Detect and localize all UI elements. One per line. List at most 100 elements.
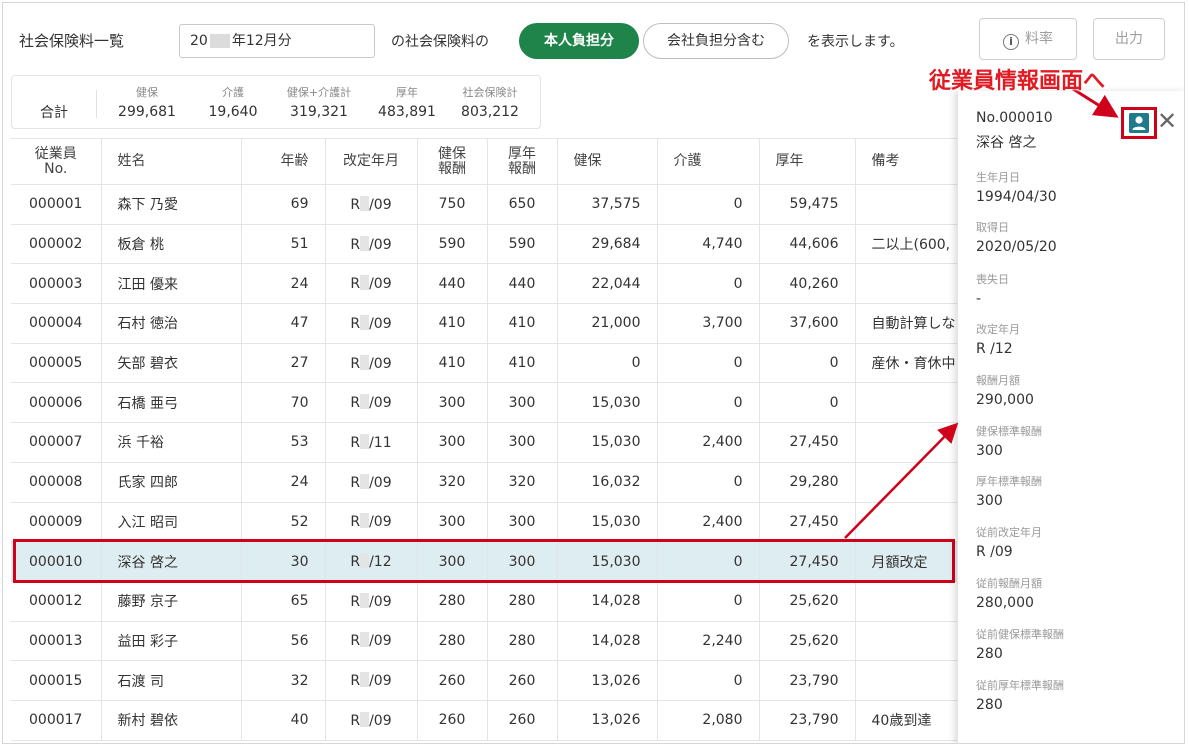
col-header-kounen-pay[interactable]: 厚年 報酬 — [487, 138, 558, 185]
revision-month: /09 — [369, 236, 392, 253]
cell-kounen-pay: 300 — [487, 382, 558, 424]
col-header-kounen[interactable]: 厚年 — [759, 138, 856, 185]
panel-field: 取得日 2020/05/20 — [976, 219, 1057, 255]
revision-redacted — [360, 235, 370, 251]
period-prefix: 20 — [190, 33, 208, 49]
cell-note — [855, 422, 957, 463]
cell-kounen: 29,280 — [759, 462, 856, 503]
cell-note — [855, 263, 957, 305]
revision-era: R — [350, 474, 361, 491]
totals-divider — [96, 90, 97, 118]
company-share-toggle[interactable]: 会社負担分含む — [643, 23, 789, 59]
cell-kaigo: 0 — [657, 382, 760, 424]
col-header-revision[interactable]: 改定年月 — [325, 138, 418, 185]
panel-field: 生年月日 1994/04/30 — [976, 169, 1057, 205]
table-row[interactable]: 000009 入江 昭司 52 R/09 300 300 15,030 2,400 27,450 — [11, 502, 957, 543]
revision-redacted — [360, 195, 370, 211]
col-header-age[interactable]: 年齢 — [241, 138, 326, 185]
cell-kenpo: 14,028 — [557, 581, 658, 622]
cell-kounen-pay: 590 — [487, 224, 558, 265]
revision-era: R — [350, 593, 361, 610]
totals-box: 合計 健保 299,681 介護 19,640 健保+介護計 319,321 厚年 48… — [11, 75, 541, 129]
header-line: 健保 — [438, 145, 466, 162]
cell-note — [855, 581, 957, 622]
cell-no: 000010 — [11, 541, 102, 582]
cell-note: 40歳到達 — [855, 700, 957, 741]
panel-field-label: 従前厚年標準報酬 — [976, 679, 1064, 692]
table-body: 000001 森下 乃愛 69 R/09 750 650 37,575 0 59,475 0000… — [11, 184, 957, 741]
panel-field-label: 従前改定年月 — [976, 526, 1042, 539]
col-header-kenpo-pay[interactable]: 健保 報酬 — [417, 138, 488, 185]
cell-kenpo-pay: 280 — [417, 621, 488, 662]
panel-field-value: 280,000 — [976, 595, 1034, 611]
revision-redacted — [360, 513, 370, 529]
cell-age: 47 — [241, 303, 326, 344]
cell-note — [855, 382, 957, 424]
panel-field: 従前報酬月額 280,000 — [976, 575, 1042, 611]
table-row[interactable]: 000001 森下 乃愛 69 R/09 750 650 37,575 0 59,475 — [11, 184, 957, 225]
panel-field-label: 厚年標準報酬 — [976, 475, 1042, 488]
cell-kaigo: 2,080 — [657, 700, 760, 741]
own-share-toggle[interactable]: 本人負担分 — [519, 23, 639, 59]
revision-redacted — [360, 553, 370, 569]
cell-note — [855, 502, 957, 543]
table-row[interactable]: 000017 新村 碧依 40 R/09 260 260 13,026 2,080 23,790… — [11, 700, 957, 741]
cell-note — [855, 184, 957, 225]
total-value: 319,321 — [290, 104, 348, 120]
cell-kenpo-pay: 260 — [417, 660, 488, 701]
period-field[interactable]: 20 年12月分 — [179, 24, 375, 58]
cell-no: 000012 — [11, 581, 102, 622]
output-button[interactable]: 出力 — [1093, 18, 1165, 60]
table-row[interactable]: 000007 浜 千裕 53 R/11 300 300 15,030 2,400 27,450 — [11, 422, 957, 463]
panel-field-value: 300 — [976, 493, 1003, 509]
table-row[interactable]: 000008 氏家 四郎 24 R/09 320 320 16,032 0 29,280 — [11, 462, 957, 503]
table-row[interactable]: 000003 江田 優来 24 R/09 440 440 22,044 0 40,260 — [11, 263, 957, 305]
panel-field-value: 300 — [976, 443, 1003, 459]
cell-age: 32 — [241, 660, 326, 701]
table-row[interactable]: 000002 板倉 桃 51 R/09 590 590 29,684 4,740 44,606 二… — [11, 224, 957, 265]
close-icon[interactable]: ✕ — [1157, 106, 1177, 136]
table-row[interactable]: 000013 益田 彩子 56 R/09 280 280 14,028 2,240 25,620 — [11, 621, 957, 662]
cell-revision: R/09 — [325, 184, 418, 225]
col-header-kaigo[interactable]: 介護 — [657, 138, 760, 185]
cell-age: 56 — [241, 621, 326, 662]
revision-era: R — [350, 276, 361, 293]
cell-kounen: 27,450 — [759, 422, 856, 463]
cell-kounen: 59,475 — [759, 184, 856, 225]
col-header-kenpo[interactable]: 健保 — [557, 138, 658, 185]
total-kenpo: 健保 299,681 — [112, 84, 182, 120]
cell-age: 70 — [241, 382, 326, 424]
cell-name: 浜 千裕 — [101, 422, 242, 463]
cell-name: 矢部 碧衣 — [101, 343, 242, 384]
panel-field-value: R /09 — [976, 544, 1013, 560]
employee-info-button[interactable] — [1121, 107, 1157, 139]
table-row[interactable]: 000012 藤野 京子 65 R/09 280 280 14,028 0 25,620 — [11, 581, 957, 622]
rate-button[interactable]: i 料率 — [979, 18, 1077, 60]
cell-kaigo: 2,400 — [657, 422, 760, 463]
table-row[interactable]: 000010 深谷 啓之 30 R/12 300 300 15,030 0 27,450 月額改定 — [11, 541, 957, 582]
total-kenpo-kaigo: 健保+介護計 319,321 — [276, 84, 362, 120]
panel-field-label: 報酬月額 — [976, 374, 1020, 387]
revision-month: /09 — [369, 196, 392, 213]
col-header-note[interactable]: 備考 — [855, 138, 957, 185]
cell-no: 000013 — [11, 621, 102, 662]
header-line: No. — [44, 160, 68, 177]
cell-revision: R/09 — [325, 224, 418, 265]
table-row[interactable]: 000006 石橋 亜弓 70 R/09 300 300 15,030 0 0 — [11, 382, 957, 424]
col-header-name[interactable]: 姓名 — [101, 138, 242, 185]
cell-name: 江田 優来 — [101, 263, 242, 305]
col-header-no[interactable]: 従業員 No. — [11, 138, 102, 185]
total-value: 803,212 — [461, 104, 519, 120]
panel-field-label: 生年月日 — [976, 171, 1020, 184]
revision-era: R — [350, 514, 361, 531]
table-row[interactable]: 000015 石渡 司 32 R/09 260 260 13,026 0 23,790 — [11, 660, 957, 701]
cell-kounen: 27,450 — [759, 502, 856, 543]
total-label: 厚年 — [396, 86, 418, 99]
table-row[interactable]: 000005 矢部 碧衣 27 R/09 410 410 0 0 0 産休・育休中 — [11, 343, 957, 384]
cell-kounen-pay: 320 — [487, 462, 558, 503]
table-row[interactable]: 000004 石村 徳治 47 R/09 410 410 21,000 3,700 37,600… — [11, 303, 957, 344]
cell-kaigo: 3,700 — [657, 303, 760, 344]
panel-field-label: 従前健保標準報酬 — [976, 628, 1064, 641]
revision-month: /09 — [369, 514, 392, 531]
cell-age: 30 — [241, 541, 326, 582]
